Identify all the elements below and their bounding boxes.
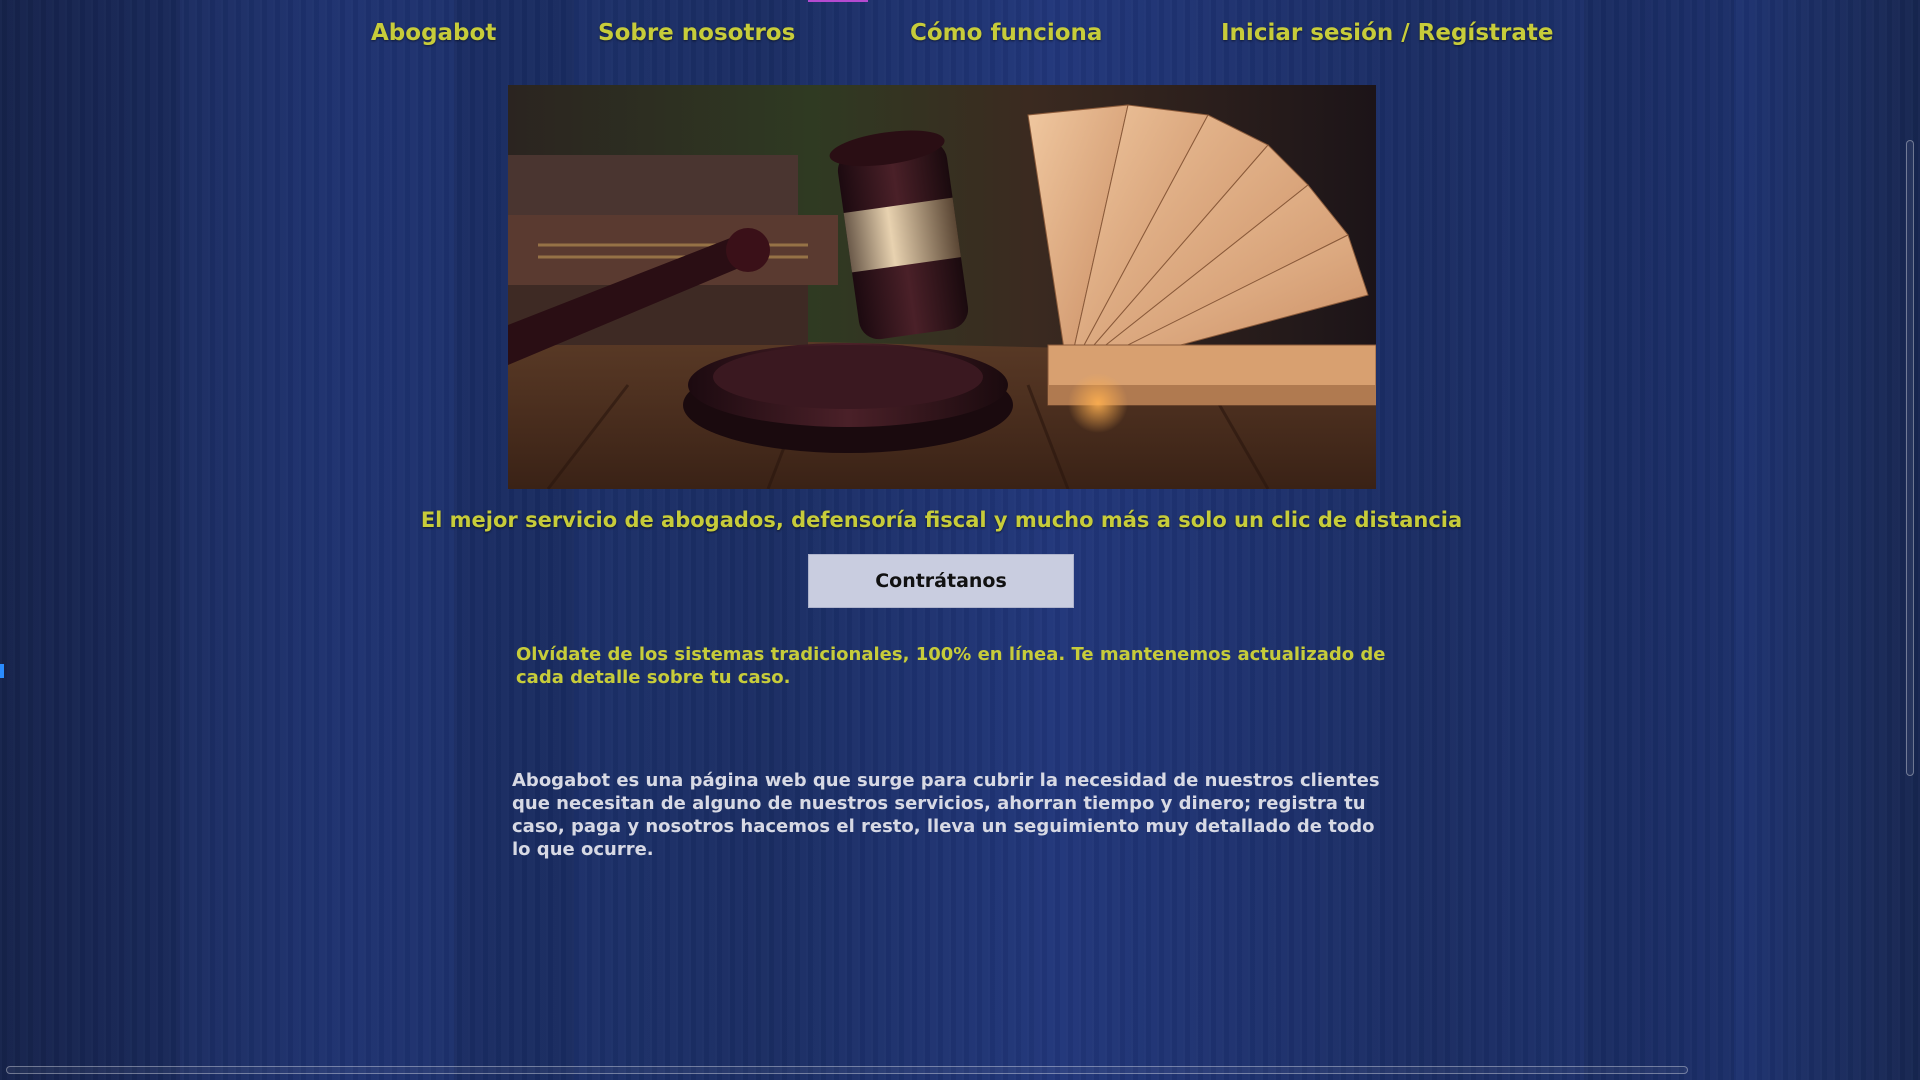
horizontal-scrollbar[interactable] [6, 1066, 1688, 1074]
gavel-book-illustration [508, 85, 1376, 489]
wood-plank-shade [1584, 0, 1734, 1080]
nav-brand-link[interactable]: Abogabot [371, 20, 496, 46]
hero-gavel-book-image [508, 85, 1376, 489]
top-navigation: Abogabot Sobre nosotros Cómo funciona In… [0, 0, 1920, 72]
nav-how-it-works-link[interactable]: Cómo funciona [910, 20, 1102, 46]
about-paragraph: Abogabot es una página web que surge par… [512, 770, 1380, 860]
nav-login-register-link[interactable]: Iniciar sesión / Regístrate [1221, 20, 1553, 46]
vertical-scrollbar[interactable] [1906, 140, 1914, 776]
hire-us-button[interactable]: Contrátanos [808, 554, 1074, 608]
wood-plank-shade [0, 0, 180, 1080]
hero-tagline: El mejor servicio de abogados, defensorí… [420, 508, 1463, 532]
focus-marker [0, 664, 4, 678]
nav-about-link[interactable]: Sobre nosotros [598, 20, 795, 46]
intro-paragraph: Olvídate de los sistemas tradicionales, … [516, 644, 1386, 688]
